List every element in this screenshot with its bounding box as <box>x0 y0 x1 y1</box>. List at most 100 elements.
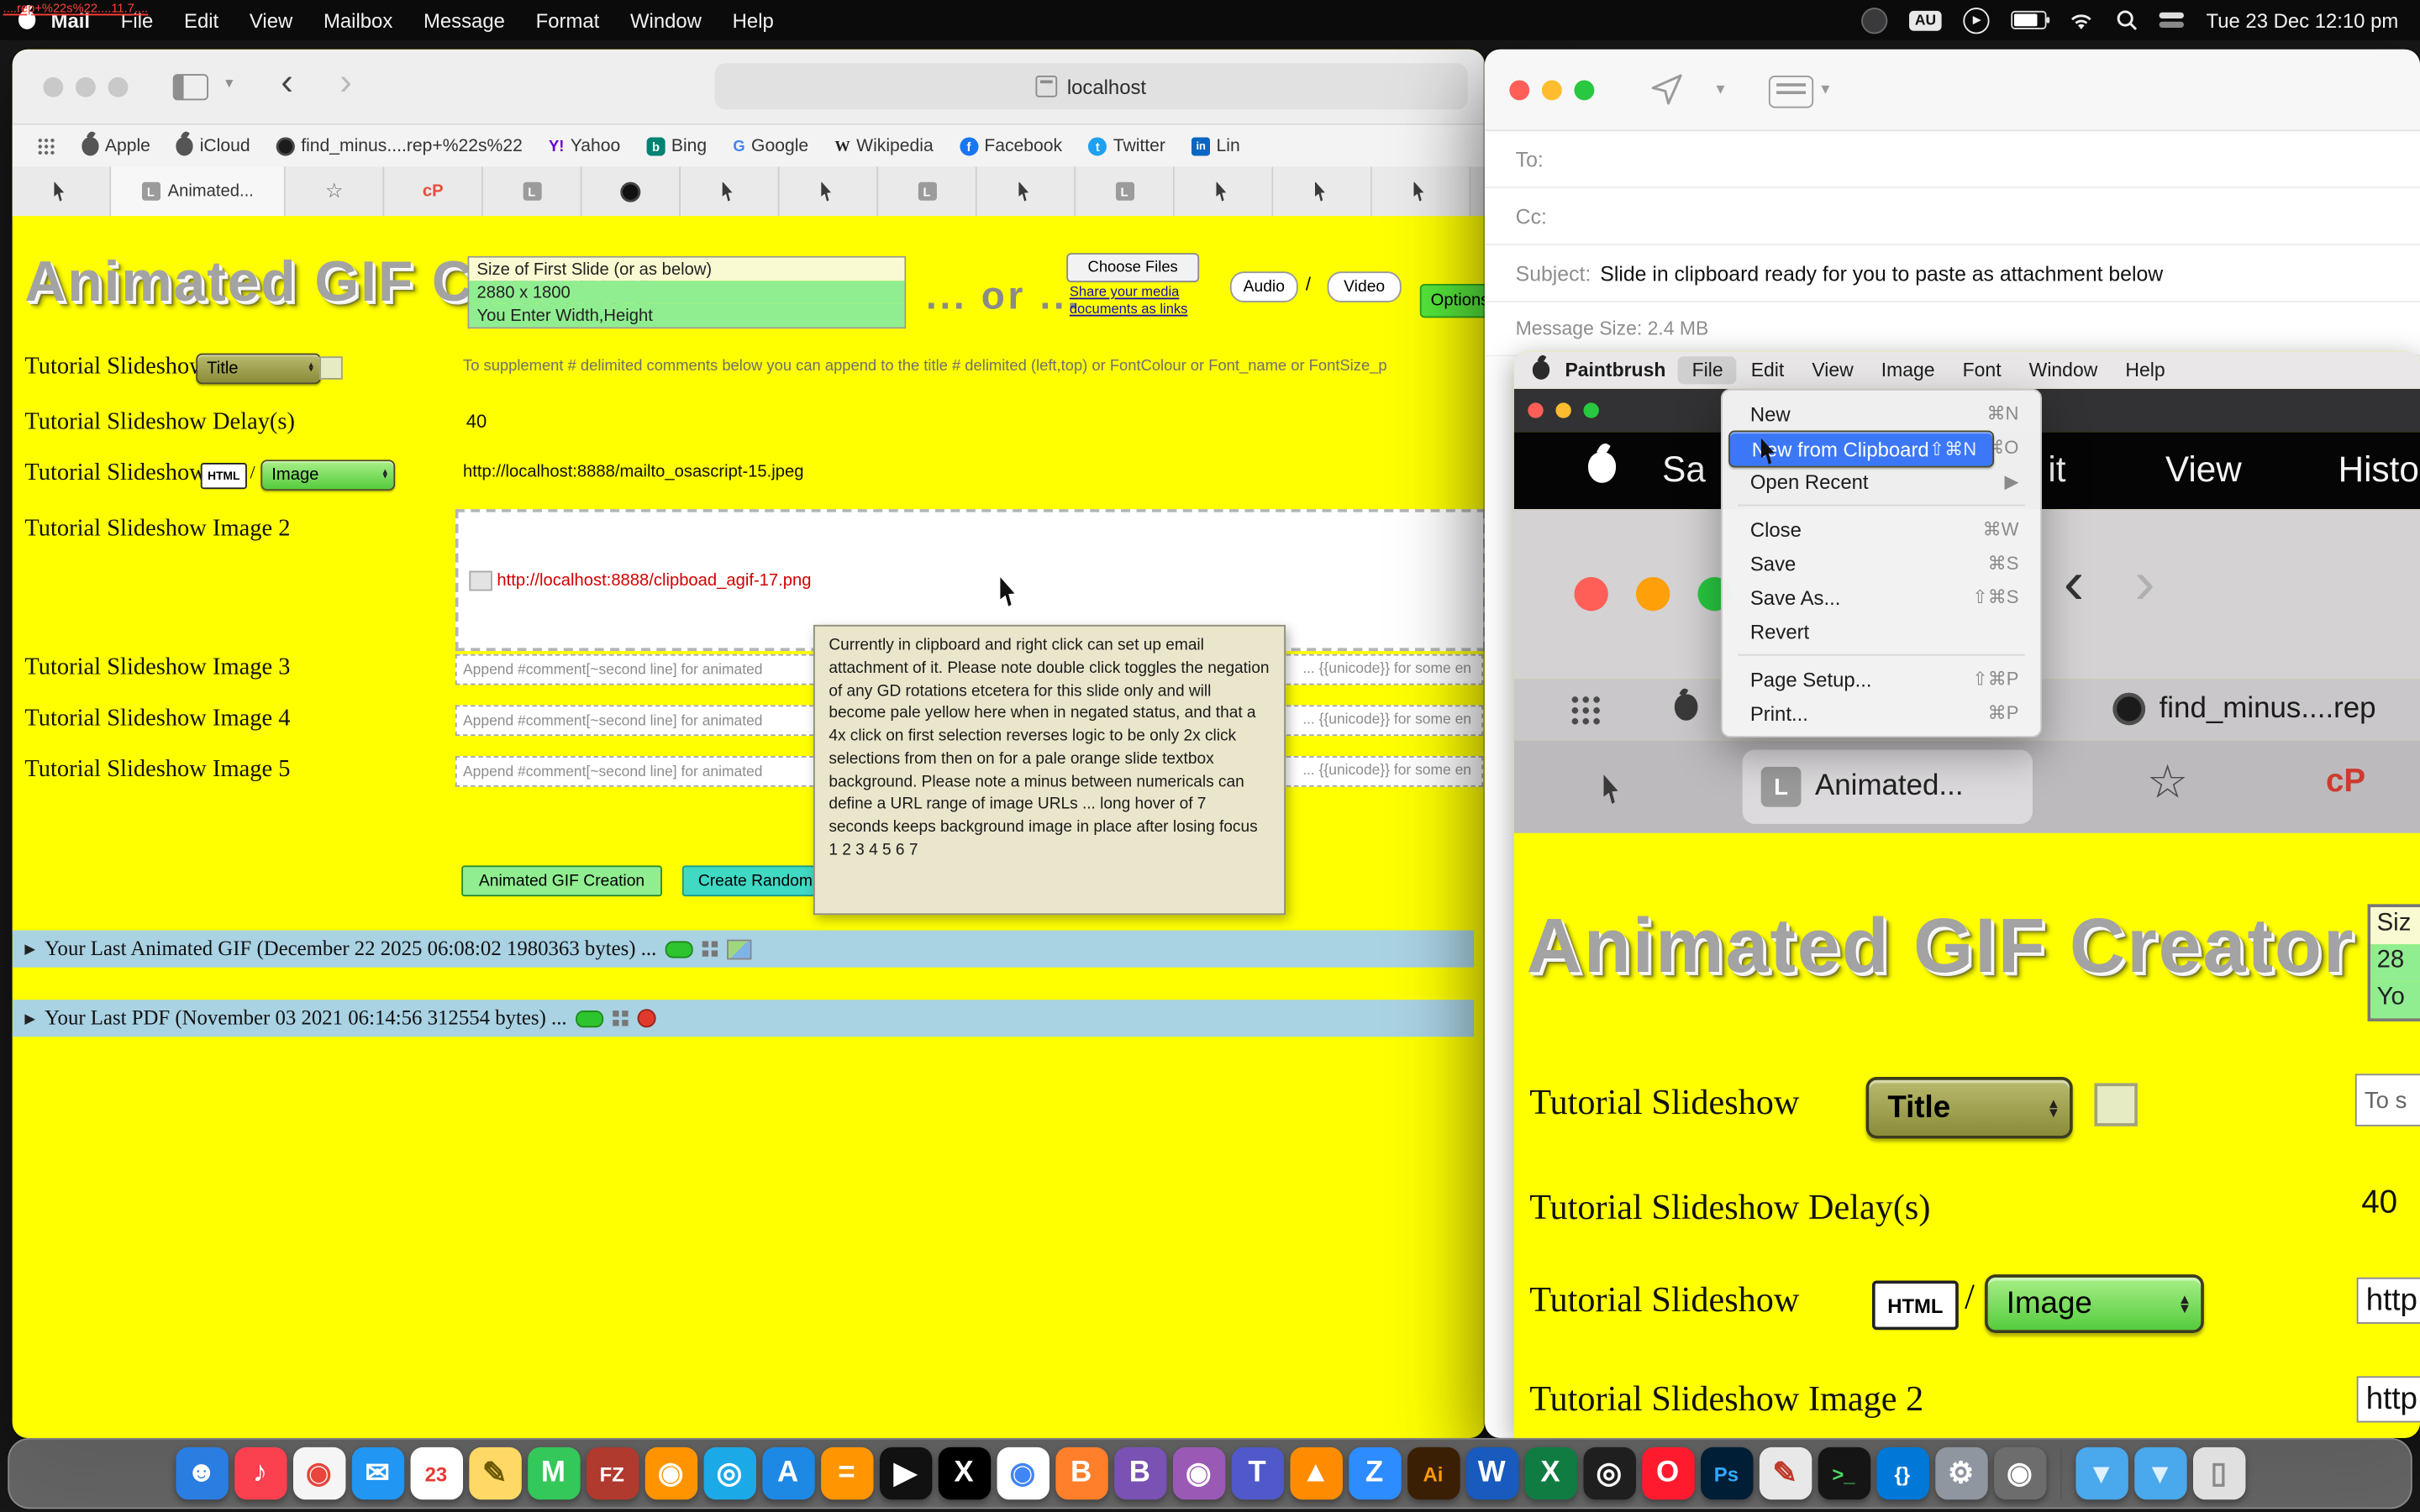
dock-calendar[interactable]: 23 <box>410 1447 462 1499</box>
to-field[interactable]: To: <box>1485 131 2420 188</box>
paintbrush-menu-image[interactable]: Image <box>1867 356 1949 384</box>
dock-safari[interactable]: ◎ <box>703 1447 755 1499</box>
browser-tab[interactable] <box>780 166 879 216</box>
status-menu-icon[interactable] <box>1861 7 1887 33</box>
format-chevron-icon[interactable]: ▾ <box>1821 79 1829 99</box>
sidebar-chevron-icon[interactable]: ▾ <box>225 76 233 92</box>
menu-edit[interactable]: Edit <box>169 8 234 32</box>
control-center-icon[interactable] <box>2160 12 2184 29</box>
browser-tab[interactable] <box>1175 166 1274 216</box>
bookmark-bing[interactable]: bBing <box>647 137 708 155</box>
last-gif-bar[interactable]: ▶ Your Last Animated GIF (December 22 20… <box>13 931 1474 968</box>
dock-vscode[interactable]: {} <box>1876 1447 1928 1499</box>
send-message-icon[interactable] <box>1649 71 1686 108</box>
dock-x[interactable]: X <box>938 1447 990 1499</box>
dock-vlc[interactable]: ▲ <box>1290 1447 1342 1499</box>
file-menu-save[interactable]: Save⌘S <box>1728 546 2034 580</box>
slide1-url[interactable]: http://localhost:8888/mailto_osascript-1… <box>463 463 803 481</box>
address-bar[interactable]: localhost <box>714 63 1467 109</box>
close-button[interactable] <box>1509 81 1529 101</box>
menu-window[interactable]: Window <box>615 8 718 32</box>
dock-folder-downloads[interactable]: ▾ <box>2133 1447 2186 1499</box>
browser-tab[interactable] <box>13 166 112 216</box>
paintbrush-menu-edit[interactable]: Edit <box>1737 356 1798 384</box>
dock-terminal[interactable]: >_ <box>1818 1447 1870 1499</box>
bookmark-grid[interactable] <box>37 137 55 155</box>
dock-teams[interactable]: T <box>1231 1447 1283 1499</box>
paintbrush-app-menu[interactable]: Paintbrush <box>1565 360 1665 381</box>
html-mode-button[interactable]: HTML <box>201 463 247 489</box>
browser-tab[interactable]: L <box>1076 166 1175 216</box>
browser-tab[interactable]: L <box>878 166 977 216</box>
dock-appstore[interactable]: A <box>761 1447 813 1499</box>
menu-mailbox[interactable]: Mailbox <box>308 8 408 32</box>
wifi-icon[interactable] <box>2069 10 2095 30</box>
menu-clock[interactable]: Tue 23 Dec 12:10 pm <box>2207 8 2399 32</box>
dock-photoshop[interactable]: Ps <box>1700 1447 1752 1499</box>
dock-apple-tv[interactable]: ▶ <box>879 1447 931 1499</box>
dock-opera[interactable]: O <box>1641 1447 1693 1499</box>
gif-status-pill-icon[interactable] <box>666 940 693 957</box>
slide-size-box[interactable]: Size of First Slide (or as below) 2880 x… <box>468 256 907 328</box>
size-box-dimensions[interactable]: 2880 x 1800 <box>469 281 904 304</box>
menu-help[interactable]: Help <box>717 8 789 32</box>
file-menu-print-[interactable]: Print...⌘P <box>1728 696 2034 729</box>
dock-maps[interactable]: M <box>527 1447 579 1499</box>
send-options-chevron-icon[interactable]: ▾ <box>1716 79 1724 99</box>
disclosure-triangle-icon[interactable]: ▶ <box>24 940 35 957</box>
dock-obs[interactable]: ◎ <box>1583 1447 1635 1499</box>
animated-gif-creation-button[interactable]: Animated GIF Creation <box>461 865 662 896</box>
browser-tab[interactable] <box>581 166 681 216</box>
dock-mail[interactable]: ✉ <box>351 1447 403 1499</box>
options-button[interactable]: Options <box>1420 284 1485 318</box>
share-media-link[interactable]: Share your media documents as links <box>1070 284 1218 318</box>
title-select[interactable]: Title ▲▼ <box>196 354 321 385</box>
delay-value[interactable]: 40 <box>466 411 487 433</box>
bookmark-icloud[interactable]: iCloud <box>176 137 250 155</box>
file-menu-new[interactable]: New⌘N <box>1728 396 2034 430</box>
tab-animated-gif-creator[interactable]: LAnimated... <box>111 166 286 216</box>
attachment-screenshot[interactable]: Paintbrush FileEditViewImageFontWindowHe… <box>1514 352 2420 1438</box>
dock-folder-documents[interactable]: ▾ <box>2075 1447 2127 1499</box>
cc-field[interactable]: Cc: <box>1485 188 2420 245</box>
image-mode-select[interactable]: Image ▲▼ <box>260 459 395 491</box>
dock-camera[interactable]: ◉ <box>1993 1447 2045 1499</box>
bookmark-find-minus-rep-22s-22[interactable]: find_minus....rep+%22s%22 <box>276 137 523 155</box>
battery-icon[interactable] <box>2012 11 2047 29</box>
browser-titlebar[interactable]: ▾ ‹ › localhost <box>13 50 1485 123</box>
gif-grid-icon[interactable] <box>702 941 718 956</box>
dock-music[interactable]: ♪ <box>234 1447 286 1499</box>
pdf-grid-icon[interactable] <box>613 1011 629 1026</box>
bookmark-yahoo[interactable]: Y!Yahoo <box>549 137 620 155</box>
browser-tab[interactable]: cP <box>384 166 483 216</box>
format-icon[interactable] <box>1769 76 1813 108</box>
browser-tab[interactable] <box>977 166 1076 216</box>
paintbrush-menu-view[interactable]: View <box>1798 356 1867 384</box>
bookmark-wikipedia[interactable]: WWikipedia <box>834 137 933 155</box>
minimize-button[interactable] <box>76 77 96 97</box>
paintbrush-menu-font[interactable]: Font <box>1949 356 2015 384</box>
zoom-button[interactable] <box>1574 81 1594 101</box>
pdf-badge-icon[interactable] <box>638 1009 656 1027</box>
subject-field[interactable]: Subject: Slide in clipboard ready for yo… <box>1485 245 2420 302</box>
bookmark-apple[interactable]: Apple <box>82 137 150 155</box>
dock-filezilla[interactable]: FZ <box>586 1447 638 1499</box>
pdf-status-pill-icon[interactable] <box>576 1010 604 1026</box>
file-menu-open-recent[interactable]: Open Recent▶ <box>1728 465 2034 498</box>
dock-bootstrap[interactable]: B <box>1113 1447 1165 1499</box>
title-color-swatch[interactable] <box>319 356 343 380</box>
dock-blender[interactable]: B <box>1055 1447 1107 1499</box>
dock-photos[interactable]: ◉ <box>292 1447 345 1499</box>
dock-finder[interactable]: ☻ <box>175 1447 227 1499</box>
browser-tab[interactable] <box>1372 166 1471 216</box>
zoom-button[interactable] <box>108 77 129 97</box>
menu-message[interactable]: Message <box>408 8 521 32</box>
file-menu-revert[interactable]: Revert <box>1728 614 2034 648</box>
last-pdf-bar[interactable]: ▶ Your Last PDF (November 03 2021 06:14:… <box>13 1000 1474 1037</box>
dock-chrome[interactable]: ◉ <box>997 1447 1049 1499</box>
dock-settings[interactable]: ⚙ <box>1934 1447 1986 1499</box>
dock-firefox[interactable]: ◉ <box>644 1447 697 1499</box>
bookmark-twitter[interactable]: tTwitter <box>1088 137 1165 155</box>
now-playing-icon[interactable]: ▶ <box>1964 7 1990 33</box>
dock-excel[interactable]: X <box>1524 1447 1576 1499</box>
